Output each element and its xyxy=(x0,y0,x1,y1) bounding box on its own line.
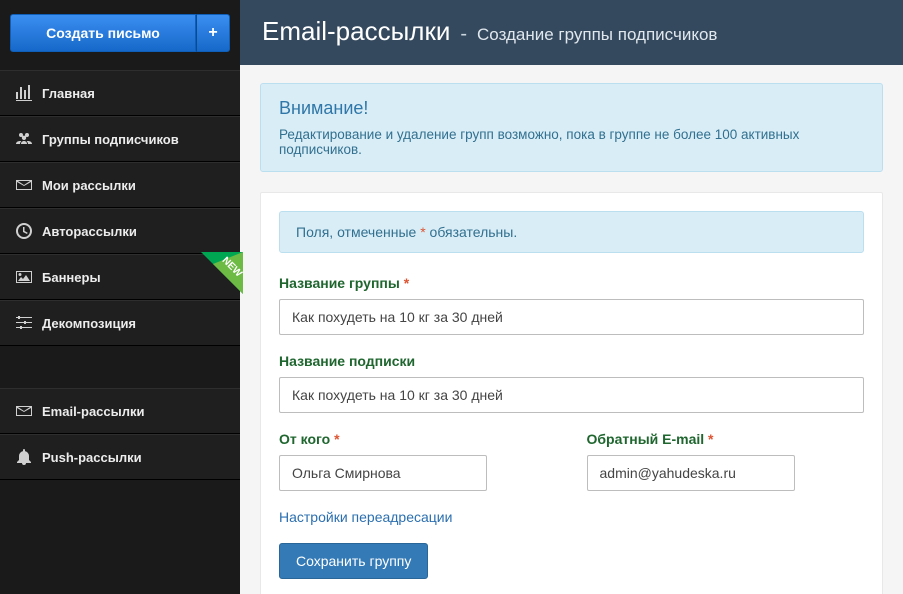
note-post: обязательны. xyxy=(426,224,518,240)
sidebar-item-label: Баннеры xyxy=(42,270,101,285)
sidebar-item-home[interactable]: Главная xyxy=(0,70,240,116)
sidebar: Создать письмо + Главная Группы подписчи… xyxy=(0,0,240,594)
svg-text:NEW: NEW xyxy=(220,255,243,280)
form-row-sender: От кого * Обратный E-mail * xyxy=(279,431,864,509)
sidebar-item-label: Авторассылки xyxy=(42,224,137,239)
new-badge: NEW xyxy=(201,252,243,294)
envelope-icon xyxy=(16,177,32,193)
asterisk-icon: * xyxy=(708,431,713,447)
subscription-name-label: Название подписки xyxy=(279,353,864,369)
field-group-name: Название группы * xyxy=(279,275,864,335)
content: Внимание! Редактирование и удаление груп… xyxy=(240,65,903,594)
sidebar-item-label: Главная xyxy=(42,86,95,101)
sidebar-item-label: Email-рассылки xyxy=(42,404,145,419)
envelope-icon xyxy=(16,403,32,419)
asterisk-icon: * xyxy=(334,431,339,447)
group-name-label: Название группы * xyxy=(279,275,864,291)
attention-alert: Внимание! Редактирование и удаление груп… xyxy=(260,83,883,172)
group-name-input[interactable] xyxy=(279,299,864,335)
page-subtitle: Создание группы подписчиков xyxy=(477,25,717,45)
sidebar-item-decomposition[interactable]: Декомпозиция xyxy=(0,300,240,346)
sidebar-item-subscriber-groups[interactable]: Группы подписчиков xyxy=(0,116,240,162)
form-card: Поля, отмеченные * обязательны. Название… xyxy=(260,192,883,594)
create-plus-button[interactable]: + xyxy=(196,14,230,52)
subscription-name-input[interactable] xyxy=(279,377,864,413)
create-button-group: Создать письмо + xyxy=(0,0,240,70)
header-separator: - xyxy=(460,23,467,46)
create-letter-button[interactable]: Создать письмо xyxy=(10,14,196,52)
field-reply-email: Обратный E-mail * xyxy=(587,431,865,491)
sidebar-item-email-mailings[interactable]: Email-рассылки xyxy=(0,388,240,434)
sidebar-item-label: Push-рассылки xyxy=(42,450,142,465)
image-icon xyxy=(16,269,32,285)
users-icon xyxy=(16,131,32,147)
save-group-button[interactable]: Сохранить группу xyxy=(279,543,428,579)
asterisk-icon: * xyxy=(404,275,409,291)
from-label: От кого * xyxy=(279,431,557,447)
page-header: Email-рассылки - Создание группы подписч… xyxy=(240,0,903,65)
field-subscription-name: Название подписки xyxy=(279,353,864,413)
reply-email-input[interactable] xyxy=(587,455,795,491)
label-text: Название группы xyxy=(279,275,400,291)
reply-email-label: Обратный E-mail * xyxy=(587,431,865,447)
label-text: От кого xyxy=(279,431,330,447)
sidebar-item-label: Мои рассылки xyxy=(42,178,136,193)
label-text: Название подписки xyxy=(279,353,415,369)
bell-icon xyxy=(16,449,32,465)
from-input[interactable] xyxy=(279,455,487,491)
sliders-icon xyxy=(16,315,32,331)
page-title: Email-рассылки xyxy=(262,16,450,47)
alert-text: Редактирование и удаление групп возможно… xyxy=(279,127,864,157)
sidebar-item-label: Декомпозиция xyxy=(42,316,136,331)
nav-group-main: Главная Группы подписчиков Мои рассылки … xyxy=(0,70,240,346)
required-fields-note: Поля, отмеченные * обязательны. xyxy=(279,211,864,253)
sidebar-item-banners[interactable]: Баннеры NEW xyxy=(0,254,240,300)
sidebar-item-automailings[interactable]: Авторассылки xyxy=(0,208,240,254)
note-pre: Поля, отмеченные xyxy=(296,224,420,240)
field-from: От кого * xyxy=(279,431,557,491)
sidebar-item-my-mailings[interactable]: Мои рассылки xyxy=(0,162,240,208)
nav-group-secondary: Email-рассылки Push-рассылки xyxy=(0,388,240,480)
sidebar-item-push-mailings[interactable]: Push-рассылки xyxy=(0,434,240,480)
redirect-settings-link[interactable]: Настройки переадресации xyxy=(279,509,452,525)
sidebar-item-label: Группы подписчиков xyxy=(42,132,179,147)
chart-icon xyxy=(16,85,32,101)
alert-title: Внимание! xyxy=(279,98,864,119)
clock-icon xyxy=(16,223,32,239)
label-text: Обратный E-mail xyxy=(587,431,705,447)
main-area: Email-рассылки - Создание группы подписч… xyxy=(240,0,903,594)
